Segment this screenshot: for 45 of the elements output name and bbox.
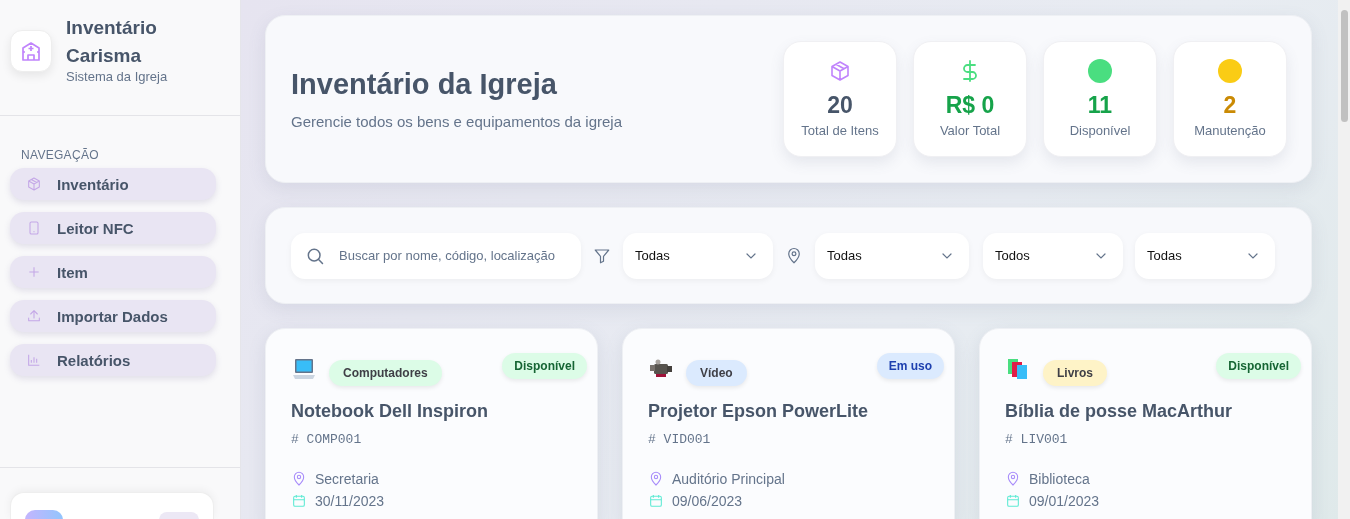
- stat-label: Total de Itens: [801, 123, 879, 138]
- category-tag: Vídeo: [686, 360, 747, 386]
- dropdown[interactable]: Todos: [983, 232, 1123, 279]
- item-location: Secretaria: [315, 471, 379, 487]
- item-name: Bíblia de posse MacArthur: [1005, 401, 1234, 422]
- item-code: # VID001: [648, 432, 712, 447]
- stat-label: Manutenção: [1194, 123, 1266, 138]
- item-location: Auditório Principal: [672, 471, 785, 487]
- status-badge: Disponível: [502, 353, 587, 379]
- item-card[interactable]: Vídeo Em uso Projetor Epson PowerLite # VID001 Auditório Principal 09/06/2023: [622, 328, 955, 519]
- item-location: Biblioteca: [1029, 471, 1090, 487]
- stat-label: Valor Total: [939, 123, 1001, 138]
- item-name: Projetor Epson PowerLite: [648, 401, 870, 422]
- stat-value: 20: [827, 92, 853, 119]
- app-subtitle: Sistema da Igreja: [66, 69, 169, 84]
- item-card[interactable]: Livros Disponível Bíblia de posse MacArthur # LIV001 Biblioteca 09/01/2023: [979, 328, 1312, 519]
- dropdown[interactable]: Todas: [1135, 232, 1275, 279]
- category-tag: Livros: [1043, 360, 1107, 386]
- search-field[interactable]: Buscar por nome, código, localização: [291, 232, 581, 279]
- section-label: NAVEGAÇÃO: [20, 147, 100, 164]
- page-subtitle: Gerencie todos os bens e equipamentos da igreja: [291, 113, 623, 130]
- stat-value: 2: [1223, 92, 1237, 119]
- stat-label: Disponível: [1069, 123, 1131, 138]
- stat-value: 11: [1087, 92, 1113, 119]
- item-code: # COMP001: [291, 432, 363, 447]
- item-code: # LIV001: [1005, 432, 1069, 447]
- page-title: Inventário da Igreja: [291, 68, 558, 101]
- status-badge: Disponível: [1216, 353, 1301, 379]
- item-date: 09/01/2023: [1029, 493, 1100, 509]
- nav-item[interactable]: Item: [10, 256, 216, 288]
- nav-item[interactable]: Relatórios: [10, 344, 216, 376]
- search-input[interactable]: Buscar por nome, código, localização: [337, 247, 567, 264]
- nav-item[interactable]: Importar Dados: [10, 300, 216, 332]
- stat-value: R$ 0: [945, 92, 995, 119]
- item-date: 09/06/2023: [672, 493, 743, 509]
- item-card[interactable]: Computadores Disponível Notebook Dell Inspiron # COMP001 Secretaria 30/11/2023: [265, 328, 598, 519]
- item-name: Notebook Dell Inspiron: [291, 401, 489, 422]
- dropdown[interactable]: Todas: [815, 232, 969, 279]
- app-title: Inventário Carisma: [66, 16, 158, 68]
- nav-item[interactable]: Leitor NFC: [10, 212, 216, 244]
- category-tag: Computadores: [329, 360, 442, 386]
- item-date: 30/11/2023: [315, 493, 385, 509]
- dropdown[interactable]: Todas: [623, 232, 773, 279]
- status-badge: Em uso: [876, 353, 944, 379]
- nav-item[interactable]: Inventário: [10, 168, 216, 200]
